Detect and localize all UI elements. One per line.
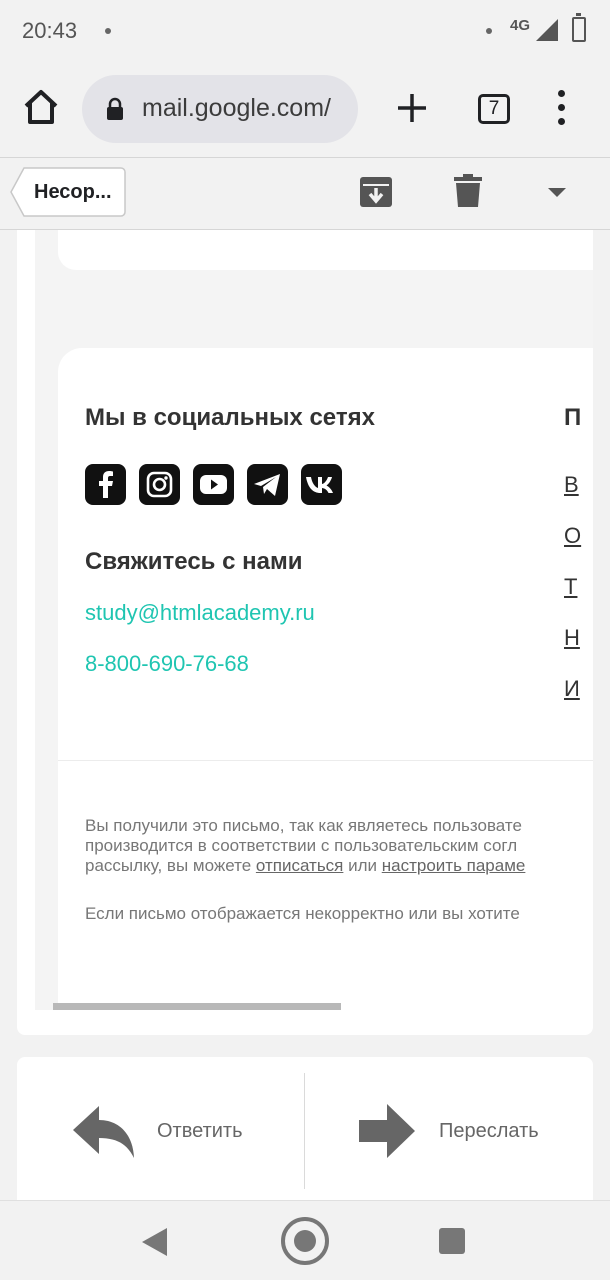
address-bar[interactable]: mail.google.com/ [82,75,358,143]
disclaimer-line: рассылку, вы можете отписаться или настр… [85,856,593,876]
right-column-link[interactable]: Н [564,625,580,651]
back-icon[interactable] [142,1228,168,1256]
signal-icon [536,19,558,41]
plus-icon [398,94,426,122]
recents-icon[interactable] [439,1228,465,1254]
system-nav-bar [0,1200,610,1280]
lock-icon [107,97,123,120]
right-column-link[interactable]: О [564,523,581,549]
disclaimer-line: производится в соответствии с пользовате… [85,836,518,855]
more-menu-button[interactable] [552,90,572,130]
browser-toolbar: mail.google.com/ 7 [0,62,610,157]
delete-button[interactable] [454,174,482,208]
archive-icon [360,177,392,207]
status-time: 20:43 [22,18,78,43]
unsubscribe-link[interactable]: отписаться [256,856,344,875]
notification-dot-icon [105,28,111,34]
gmail-toolbar: Несор... [0,157,610,230]
social-title: Мы в социальных сетях [85,404,375,431]
previous-section [58,230,593,270]
instagram-icon[interactable] [139,464,180,505]
url-text: mail.google.com/ [142,94,331,122]
youtube-icon[interactable] [193,464,234,505]
settings-link[interactable]: настроить параме [382,856,526,875]
disclaimer-line: Если письмо отображается некорректно или… [85,904,520,923]
disclaimer-fragment: или [343,856,382,875]
menu-dot-icon [558,118,565,125]
more-actions-chevron-icon[interactable] [548,188,566,197]
newsletter-footer: Мы в социальных сетях Свяжитесь с нами s… [58,348,593,1010]
contact-email-link[interactable]: study@htmlacademy.ru [85,600,315,626]
disclaimer-text: Вы получили это письмо, так как являетес… [85,816,593,876]
message-card: Мы в социальных сетях Свяжитесь с нами s… [17,230,593,1035]
contact-title: Свяжитесь с нами [85,548,303,575]
network-type: 4G [510,17,531,34]
facebook-icon[interactable] [85,464,126,505]
menu-dot-icon [558,90,565,97]
home-circle-icon[interactable] [281,1217,329,1265]
back-to-label-button[interactable]: Несор... [10,167,126,217]
status-bar: 20:43 4G [0,0,610,62]
right-column-link[interactable]: И [564,676,580,702]
disclaimer-line: Вы получили это письмо, так как являетес… [85,816,522,835]
battery-icon [572,13,586,42]
reply-icon [73,1106,134,1158]
right-column-heading: П [564,404,582,431]
back-label-text: Несор... [34,181,112,203]
newsletter-body: Мы в социальных сетях Свяжитесь с нами s… [35,230,593,1010]
telegram-icon[interactable] [247,464,288,505]
menu-dot-icon [558,104,565,111]
right-column-link[interactable]: Т [564,574,577,600]
vk-icon[interactable] [301,464,342,505]
reply-label: Ответить [157,1120,243,1142]
footer-divider [58,760,593,761]
forward-label: Переслать [439,1120,539,1142]
reply-button[interactable]: Ответить [17,1057,304,1200]
trash-icon [454,174,482,207]
archive-button[interactable] [360,175,392,209]
reply-actions: Ответить Переслать [17,1057,593,1200]
email-content[interactable]: Мы в социальных сетях Свяжитесь с нами s… [0,230,610,1200]
contact-phone-link[interactable]: 8-800-690-76-68 [85,651,249,677]
forward-icon [359,1104,415,1158]
home-icon [24,90,58,124]
forward-button[interactable]: Переслать [305,1057,593,1200]
notification-dot-icon [486,28,492,34]
tab-switcher-button[interactable]: 7 [478,94,510,124]
new-tab-button[interactable] [392,88,432,128]
disclaimer-fragment: рассылку, вы можете [85,856,256,875]
home-button[interactable] [20,86,62,128]
horizontal-scrollbar[interactable] [53,1003,341,1010]
right-column-link[interactable]: В [564,472,579,498]
